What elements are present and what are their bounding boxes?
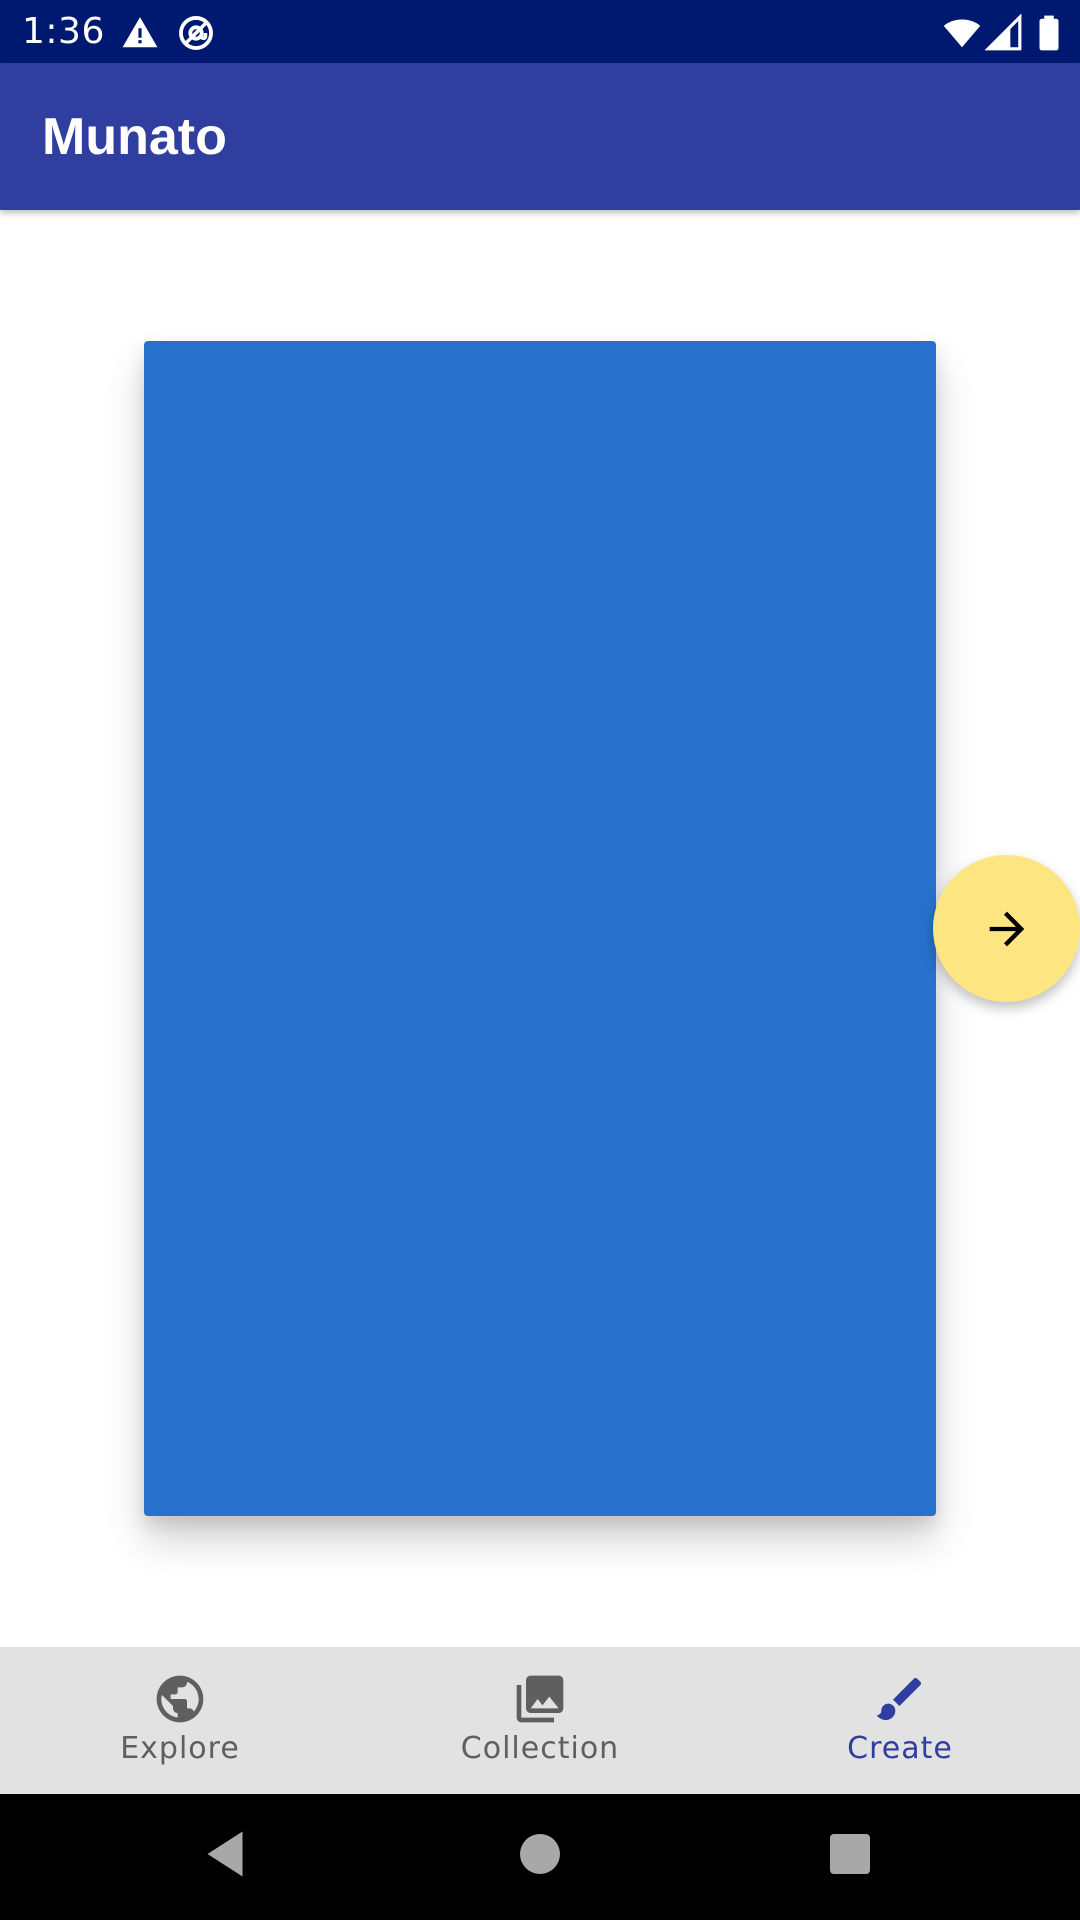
system-navigation-bar bbox=[0, 1794, 1080, 1920]
content-area bbox=[0, 210, 1080, 1647]
drawing-canvas[interactable] bbox=[144, 341, 936, 1516]
bottom-navigation: Explore Collection Create bbox=[0, 1647, 1080, 1794]
globe-icon bbox=[156, 1675, 204, 1723]
status-time: 1:36 bbox=[22, 11, 105, 52]
wifi-icon bbox=[943, 19, 981, 48]
home-icon[interactable] bbox=[510, 1824, 570, 1884]
arrow-right-icon bbox=[989, 911, 1024, 946]
nav-label-create: Create bbox=[847, 1731, 953, 1766]
at-sign-icon bbox=[179, 16, 213, 50]
nav-item-create[interactable]: Create bbox=[720, 1647, 1080, 1794]
app-bar: Munato bbox=[0, 63, 1080, 210]
nav-label-explore: Explore bbox=[120, 1731, 240, 1766]
photo-library-icon bbox=[516, 1675, 564, 1723]
nav-label-collection: Collection bbox=[460, 1731, 620, 1766]
status-bar: 1:36 bbox=[0, 0, 1080, 63]
cell-signal-icon bbox=[985, 14, 1022, 51]
recents-icon[interactable] bbox=[820, 1824, 880, 1884]
brush-icon bbox=[876, 1677, 922, 1720]
battery-icon bbox=[1039, 15, 1059, 51]
app-title: Munato bbox=[42, 108, 227, 166]
warning-icon bbox=[122, 17, 158, 48]
nav-item-explore[interactable]: Explore bbox=[0, 1647, 360, 1794]
next-button[interactable] bbox=[933, 855, 1080, 1002]
nav-item-collection[interactable]: Collection bbox=[360, 1647, 720, 1794]
screen: 1:36 Munato Explore Collection Create bbox=[0, 0, 1080, 1920]
back-icon[interactable] bbox=[195, 1824, 255, 1884]
